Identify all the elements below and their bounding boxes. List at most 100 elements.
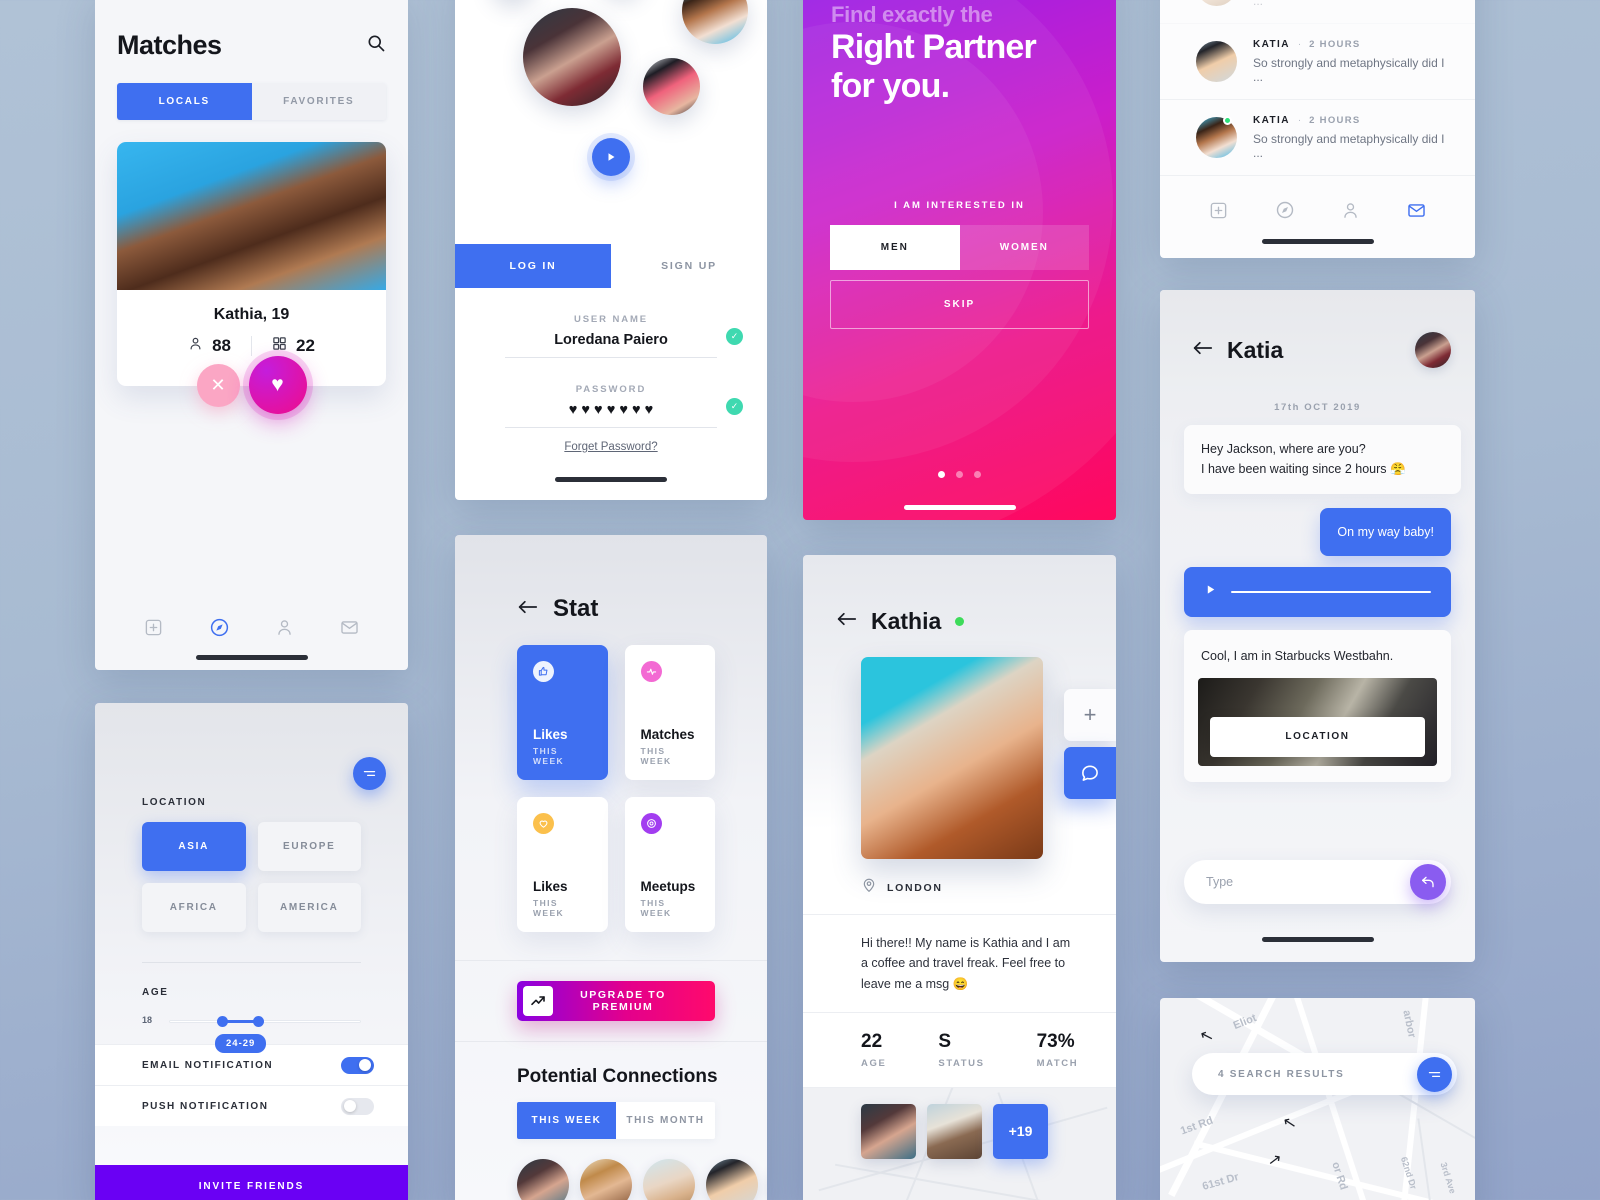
plus-square-icon[interactable] [144,618,163,637]
list-item[interactable]: KATIA·2 HOURS So strongly and metaphysic… [1160,0,1475,24]
location-button[interactable]: LOCATION [1210,717,1425,758]
slider-knob-high[interactable] [253,1016,264,1027]
online-status-dot [955,617,965,626]
map-background[interactable]: Eliot arbor Voodhaven Blvd 1st Rd 61st D… [1160,998,1475,1200]
avatar[interactable] [1415,332,1451,368]
email-notification-toggle[interactable] [341,1056,374,1074]
stat-card-likes-2[interactable]: Likes THIS WEEK [517,797,608,932]
match-card[interactable]: Kathia, 19 88 22 [117,142,386,386]
profile-map[interactable]: +19 [803,1087,1116,1200]
avatar[interactable] [643,1159,695,1200]
pulse-icon [640,661,662,682]
password-field[interactable]: PASSWORD ♥ ♥ ♥ ♥ ♥ ♥ ♥ ✓ [505,384,743,428]
username-field[interactable]: USER NAME Loredana Paiero ✓ [505,314,743,358]
password-input[interactable]: ♥ ♥ ♥ ♥ ♥ ♥ ♥ [505,395,717,427]
more-photos-button[interactable]: +19 [993,1103,1048,1159]
stat-card-likes[interactable]: Likes THIS WEEK [517,645,608,780]
profile-location-label: LONDON [887,881,943,894]
forget-password-link[interactable]: Forget Password? [455,441,767,453]
metric-value: S [938,1030,952,1052]
stat-card-matches[interactable]: Matches THIS WEEK [624,645,715,780]
tab-signup[interactable]: SIGN UP [611,244,767,288]
list-item[interactable]: KATIA · 2 HOURS So strongly and metaphys… [1160,24,1475,100]
map-search-bar[interactable]: 4 SEARCH RESULTS [1192,1053,1457,1095]
photos-stat: 22 [272,336,315,356]
play-icon[interactable] [1204,582,1217,602]
compass-icon[interactable] [209,617,230,638]
street-label: 3rd Ave [1438,1161,1458,1195]
compass-icon[interactable] [1275,200,1295,220]
invite-friends-button[interactable]: INVITE FRIENDS [95,1165,408,1200]
tab-login[interactable]: LOG IN [455,244,611,288]
avatar[interactable] [517,1159,569,1200]
mail-icon[interactable] [1407,201,1426,220]
photo-thumb[interactable] [861,1103,916,1159]
page-dot[interactable] [938,471,945,478]
age-slider[interactable]: 18 24-29 [142,1012,361,1053]
onboard-headline-1: Right Partner [831,28,1037,66]
page-dot[interactable] [974,471,981,478]
interest-label: I AM INTERESTED IN [894,199,1025,211]
avatar[interactable] [580,1159,632,1200]
profile-bio: Hi there!! My name is Kathia and I am a … [803,914,1116,1013]
meta-separator: · [1297,115,1302,126]
voice-waveform [1231,590,1431,594]
photos-count: 22 [296,336,315,355]
profile-photo-thumbs: +19 [861,1103,1048,1159]
list-item[interactable]: KATIA · 2 HOURS So strongly and metaphys… [1160,100,1475,176]
password-label: PASSWORD [575,384,647,395]
tab-this-week[interactable]: THIS WEEK [517,1102,616,1139]
option-women[interactable]: WOMEN [959,224,1089,270]
thumbs-up-icon [533,661,554,682]
photo-thumb[interactable] [927,1103,982,1159]
messages-screen: KATIA · 2 HOURS So strongly and metaphysic… [1160,0,1475,258]
location-europe[interactable]: EUROPE [257,822,361,871]
play-icon[interactable] [592,138,630,176]
field-underline [505,357,717,358]
chat-bubble-icon[interactable] [1064,747,1116,799]
reply-arrow-icon[interactable] [1410,864,1446,900]
map-arrow-icon: ↖ [1197,1026,1216,1047]
sliders-icon[interactable] [353,757,386,790]
option-men[interactable]: MEN [830,224,960,270]
premium-section: UPGRADE TO PREMIUM [455,960,767,1042]
stat-cards: Likes THIS WEEK Matches THIS WEEK Likes … [517,645,715,932]
sliders-icon[interactable] [1417,1056,1452,1092]
street-label: arbor [1400,1008,1418,1040]
search-icon[interactable] [366,33,386,58]
stat-header: Stat [455,535,767,623]
reject-button[interactable]: ✕ [196,364,240,407]
like-button[interactable]: ♥ [248,356,307,414]
metric-label: MATCH [1036,1057,1079,1069]
upgrade-premium-button[interactable]: UPGRADE TO PREMIUM [517,981,715,1021]
person-icon[interactable] [1341,201,1360,220]
back-arrow-icon[interactable] [1192,340,1213,361]
push-notification-toggle[interactable] [341,1097,374,1115]
slider-knob-low[interactable] [217,1016,228,1027]
stat-card-title: Matches [640,727,695,743]
tab-locals[interactable]: LOCALS [117,83,252,120]
mail-icon[interactable] [340,618,359,637]
avatar [643,58,700,115]
meta-separator: · [1297,39,1302,50]
skip-button[interactable]: SKIP [830,279,1089,329]
username-input[interactable]: Loredana Paiero [505,325,717,357]
stat-card-meetups[interactable]: Meetups THIS WEEK [624,797,715,932]
tab-favorites[interactable]: FAVORITES [251,83,386,120]
location-america[interactable]: AMERICA [257,883,361,932]
onboard-headline-2: for you. [831,66,950,105]
plus-square-icon[interactable] [1209,201,1228,220]
page-dot[interactable] [956,471,963,478]
chat-input[interactable]: Type [1206,875,1410,889]
tab-this-month[interactable]: THIS MONTH [616,1102,715,1139]
person-icon[interactable] [275,618,294,637]
chat-date: 17th OCT 2019 [1274,402,1361,413]
chat-input-bar[interactable]: Type [1184,860,1451,904]
voice-message-bubble[interactable] [1184,566,1451,617]
location-asia[interactable]: ASIA [142,822,246,871]
back-arrow-icon[interactable] [836,611,857,632]
location-africa[interactable]: AFRICA [142,883,246,932]
add-photo-button[interactable]: + [1064,689,1116,741]
back-arrow-icon[interactable] [517,599,538,620]
avatar[interactable] [706,1159,758,1200]
